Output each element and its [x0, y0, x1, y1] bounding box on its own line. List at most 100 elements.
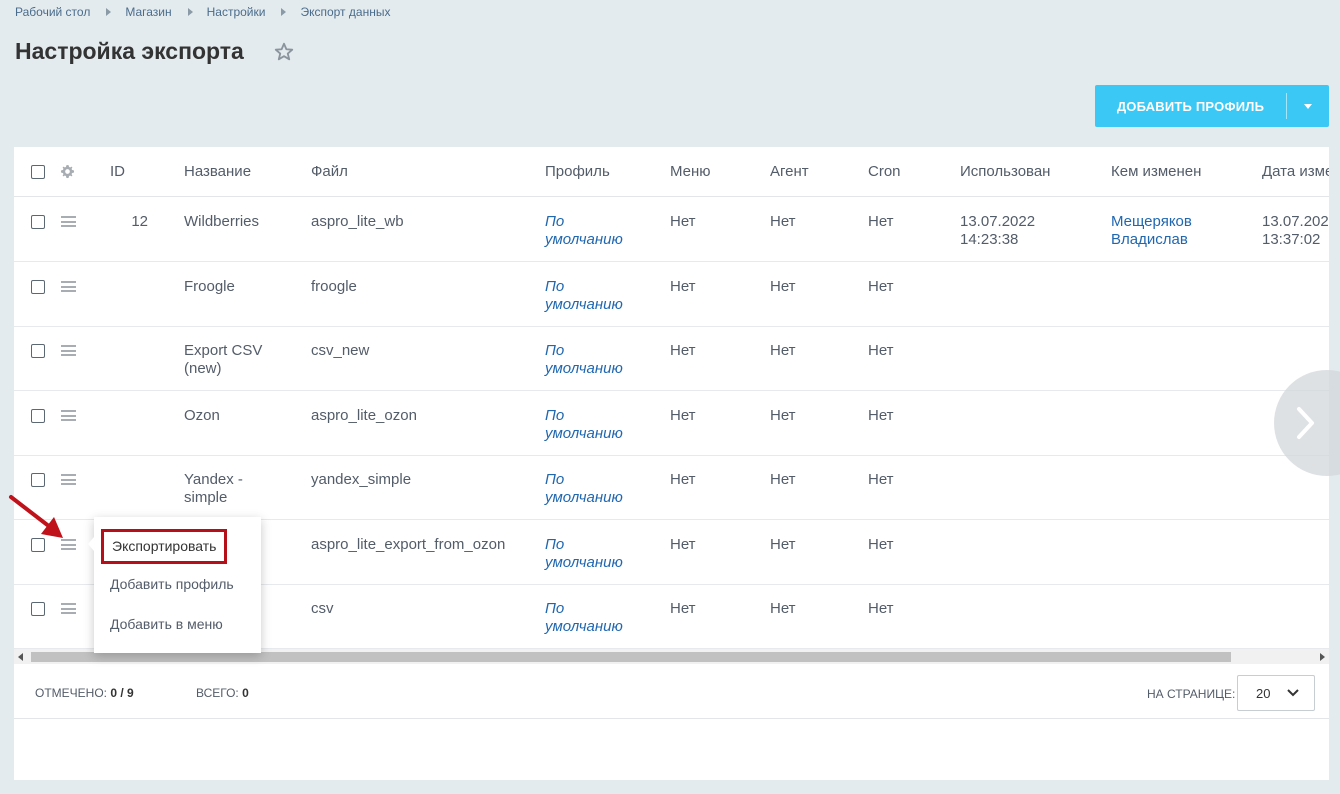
menu-item-export[interactable]: Экспортировать	[101, 529, 228, 564]
cell-file: aspro_lite_export_from_ozon	[311, 536, 506, 553]
cell-agent: Нет	[770, 536, 796, 553]
cell-file: csv_new	[311, 342, 370, 359]
table-row[interactable]: Export CSV (new) csv_new По умолчанию Нет Нет Н…	[14, 326, 1329, 391]
cell-file: aspro_lite_ozon	[311, 407, 417, 424]
cell-profile-line-2: умолчанию	[545, 296, 623, 313]
breadcrumb-item-shop[interactable]: Магазин	[125, 5, 171, 19]
cell-profile[interactable]: По умолчанию	[545, 536, 623, 572]
cell-menu: Нет	[670, 600, 696, 617]
row-checkbox[interactable]	[31, 280, 45, 294]
column-header-menu[interactable]: Меню	[670, 163, 711, 181]
menu-item-add-profile[interactable]: Добавить профиль	[110, 576, 234, 592]
column-header-cron[interactable]: Cron	[868, 163, 901, 181]
cell-cron: Нет	[868, 536, 894, 553]
breadcrumb-item-desktop[interactable]: Рабочий стол	[15, 5, 90, 19]
table-row[interactable]: Froogle froogle По умолчанию Нет Нет Нет	[14, 262, 1329, 327]
cell-profile[interactable]: По умолчанию	[545, 407, 623, 443]
column-header-used[interactable]: Использован	[960, 163, 1050, 181]
cell-name-line-2: simple	[184, 489, 228, 506]
cell-profile[interactable]: По умолчанию	[545, 471, 623, 507]
cell-name-line-1: Ozon	[184, 407, 220, 424]
per-page-select[interactable]: 20	[1237, 675, 1315, 711]
column-header-changed-by[interactable]: Кем изменен	[1111, 163, 1201, 181]
cell-profile[interactable]: По умолчанию	[545, 278, 623, 314]
per-page-label: НА СТРАНИЦЕ:	[1147, 687, 1236, 701]
cell-menu: Нет	[670, 278, 696, 295]
column-header-name[interactable]: Название	[184, 163, 251, 181]
cell-id: 12	[131, 213, 148, 230]
row-menu-icon[interactable]	[61, 474, 76, 485]
row-checkbox[interactable]	[31, 344, 45, 358]
column-header-date[interactable]: Дата изме	[1262, 163, 1329, 181]
row-checkbox[interactable]	[31, 602, 45, 616]
breadcrumb-item-settings[interactable]: Настройки	[207, 5, 266, 19]
cell-date-line-1: 13.07.202	[1262, 213, 1329, 230]
gear-icon[interactable]	[60, 164, 75, 179]
row-menu-icon[interactable]	[61, 410, 76, 421]
cell-menu: Нет	[670, 342, 696, 359]
cell-name-line-2: (new)	[184, 360, 222, 377]
scrollbar-thumb[interactable]	[31, 652, 1231, 662]
table-row[interactable]: Ozon aspro_lite_ozon По умолчанию Нет Нет Нет	[14, 391, 1329, 456]
cell-file: yandex_simple	[311, 471, 412, 488]
cell-profile-line-2: умолчанию	[545, 554, 623, 571]
cell-agent: Нет	[770, 342, 796, 359]
scroll-left-arrow-icon[interactable]	[18, 653, 23, 661]
cell-date-line-2: 13:37:02	[1262, 231, 1321, 248]
row-menu-icon[interactable]	[61, 216, 76, 227]
cell-profile[interactable]: По умолчанию	[545, 342, 623, 378]
cell-name: Yandex - simple	[184, 471, 243, 507]
row-checkbox[interactable]	[31, 473, 45, 487]
cell-profile-line-1: По	[545, 213, 565, 230]
cell-name-line-1: Export CSV	[184, 342, 263, 359]
add-profile-button[interactable]: ДОБАВИТЬ ПРОФИЛЬ	[1095, 85, 1329, 127]
grid-footer: ОТМЕЧЕНО: 0 / 9 ВСЕГО: 0 НА СТРАНИЦЕ: 20	[14, 666, 1329, 719]
table-header: ID Название Файл Профиль Меню Агент Cron…	[14, 147, 1329, 197]
row-menu-icon[interactable]	[61, 281, 76, 292]
add-profile-dropdown-button[interactable]	[1287, 103, 1329, 109]
breadcrumb-separator-icon	[106, 8, 112, 16]
selected-count: ОТМЕЧЕНО: 0 / 9	[35, 686, 134, 700]
cell-cron: Нет	[868, 278, 894, 295]
column-header-file[interactable]: Файл	[311, 163, 348, 181]
column-header-profile[interactable]: Профиль	[545, 163, 610, 181]
cell-changed-by[interactable]: Мещеряков Владислав	[1111, 213, 1192, 249]
cell-profile[interactable]: По умолчанию	[545, 213, 623, 249]
row-checkbox[interactable]	[31, 409, 45, 423]
cell-changed-by-line-2: Владислав	[1111, 231, 1188, 248]
row-menu-icon[interactable]	[61, 603, 76, 614]
cell-cron: Нет	[868, 213, 894, 230]
add-profile-label: ДОБАВИТЬ ПРОФИЛЬ	[1116, 98, 1265, 114]
column-header-agent[interactable]: Агент	[770, 163, 809, 181]
cell-used-line-1: 13.07.2022	[960, 213, 1036, 230]
row-menu-icon[interactable]	[61, 345, 76, 356]
chevron-right-icon	[1297, 407, 1314, 439]
cell-used: 13.07.2022 14:23:38	[960, 213, 1035, 249]
column-header-id[interactable]: ID	[110, 163, 125, 181]
cell-name: Export CSV (new)	[184, 342, 262, 378]
page-title: Настройка экспорта	[15, 38, 244, 64]
row-checkbox[interactable]	[31, 215, 45, 229]
cell-agent: Нет	[770, 600, 796, 617]
cell-menu: Нет	[670, 213, 696, 230]
cell-profile[interactable]: По умолчанию	[545, 600, 623, 636]
chevron-down-icon	[1287, 689, 1299, 697]
cell-profile-line-2: умолчанию	[545, 425, 623, 442]
table-row[interactable]: Yandex - simple yandex_simple По умолчанию Не…	[14, 455, 1329, 520]
select-all-checkbox[interactable]	[31, 165, 45, 179]
cell-agent: Нет	[770, 407, 796, 424]
breadcrumb-item-export[interactable]: Экспорт данных	[300, 5, 390, 19]
table-row[interactable]: 12 Wildberries aspro_lite_wb По умолчанию Нет…	[14, 197, 1329, 262]
cell-cron: Нет	[868, 471, 894, 488]
cell-cron: Нет	[868, 600, 894, 617]
cell-cron: Нет	[868, 407, 894, 424]
cell-changed-by-line-1: Мещеряков	[1111, 213, 1192, 230]
scroll-right-arrow-icon[interactable]	[1320, 653, 1325, 661]
star-icon[interactable]	[273, 41, 295, 63]
cell-cron: Нет	[868, 342, 894, 359]
cell-name: Wildberries	[184, 213, 259, 231]
menu-item-add-to-menu[interactable]: Добавить в меню	[110, 616, 223, 632]
total-count-label: ВСЕГО:	[196, 686, 239, 700]
cell-used-line-2: 14:23:38	[960, 231, 1019, 248]
cell-menu: Нет	[670, 407, 696, 424]
